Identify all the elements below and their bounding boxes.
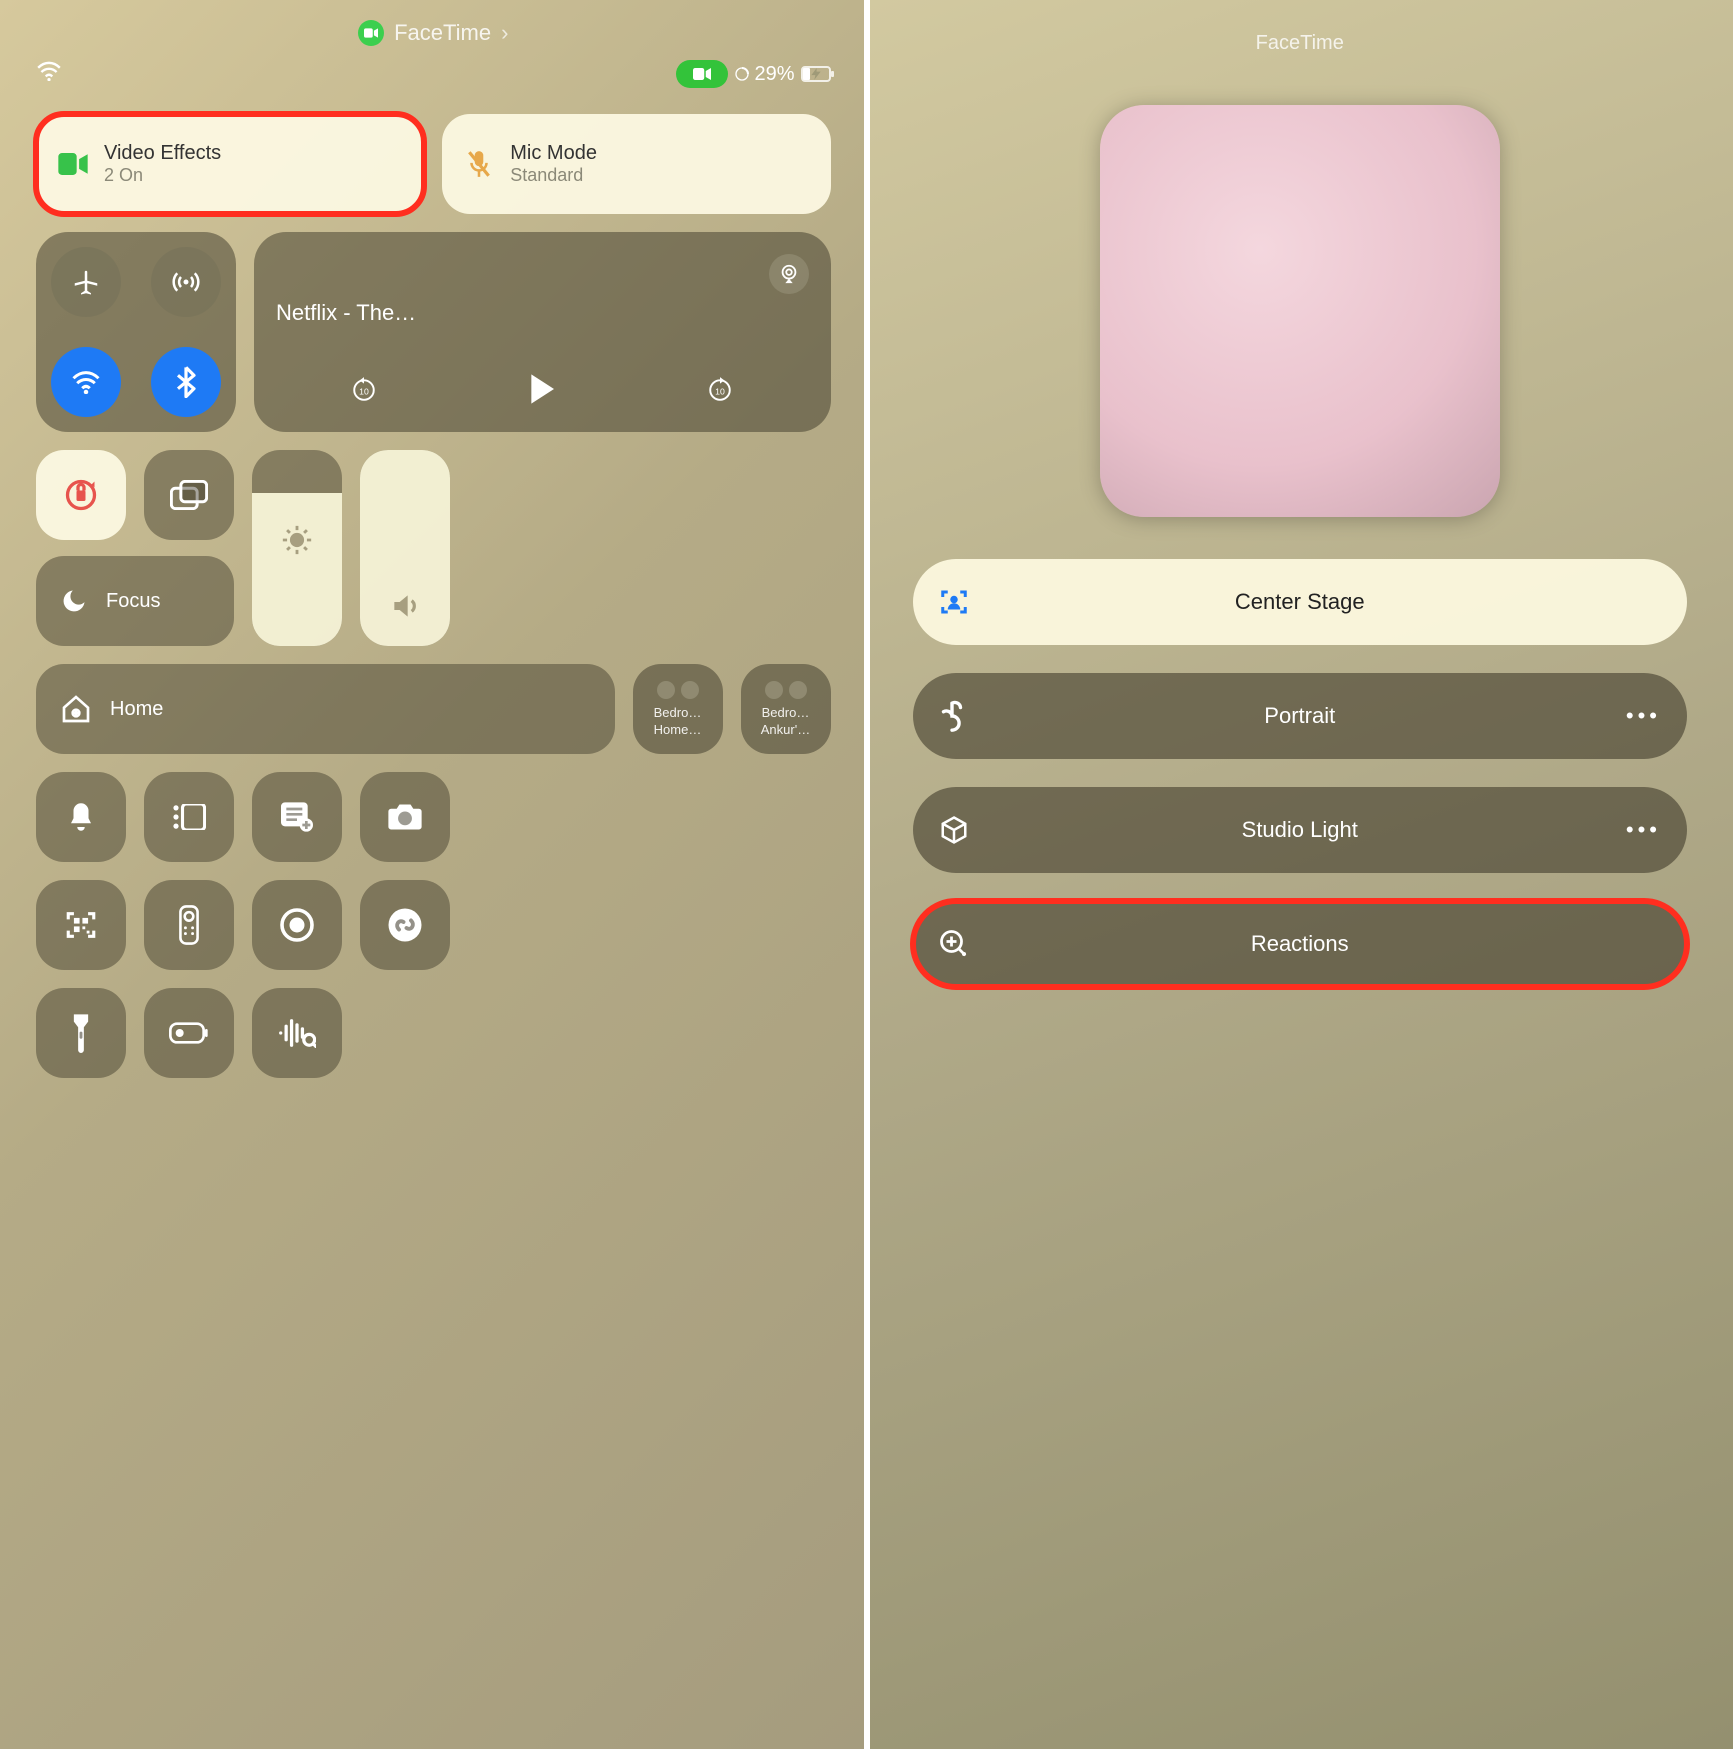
- appletv-icon: [765, 681, 783, 699]
- notes-button[interactable]: [252, 772, 342, 862]
- facetime-pill-icon: [358, 20, 384, 46]
- mic-off-icon: [462, 147, 496, 181]
- aperture-icon: [939, 699, 1009, 733]
- silent-mode-button[interactable]: [36, 772, 126, 862]
- clock-icon: [681, 681, 699, 699]
- studio-light-more-icon[interactable]: •••: [1591, 817, 1661, 843]
- studio-light-label: Studio Light: [1009, 817, 1592, 843]
- volume-slider[interactable]: [360, 450, 450, 646]
- mic-mode-tile[interactable]: Mic Mode Standard: [442, 114, 830, 214]
- portrait-more-icon[interactable]: •••: [1591, 703, 1661, 729]
- accessory1-line2: Home…: [654, 722, 702, 737]
- brightness-slider[interactable]: [252, 450, 342, 646]
- remote-button[interactable]: [144, 880, 234, 970]
- camera-active-pill[interactable]: [676, 60, 728, 88]
- airplane-toggle[interactable]: [51, 247, 121, 317]
- camera-button[interactable]: [360, 772, 450, 862]
- home-accessory-1[interactable]: Bedro… Home…: [633, 664, 723, 754]
- flashlight-button[interactable]: [36, 988, 126, 1078]
- portrait-toggle[interactable]: Portrait •••: [913, 673, 1688, 759]
- video-effects-tile[interactable]: Video Effects 2 On: [36, 114, 424, 214]
- homepod-icon: [657, 681, 675, 699]
- battery-percent: 29%: [754, 63, 794, 86]
- home-label: Home: [110, 698, 163, 721]
- svg-text:10: 10: [715, 386, 725, 396]
- video-effects-title: Video Effects: [104, 142, 221, 165]
- accessory2-line1: Bedro…: [762, 705, 810, 720]
- focus-button[interactable]: Focus: [36, 556, 234, 646]
- active-app-label: FaceTime: [394, 20, 491, 46]
- chevron-right-icon: ›: [501, 20, 508, 46]
- shazam-button[interactable]: [360, 880, 450, 970]
- airplay-icon[interactable]: [769, 254, 809, 294]
- media-module[interactable]: Netflix - The… 10 10: [254, 232, 831, 432]
- wifi-status-icon: [36, 61, 62, 87]
- reactions-label: Reactions: [1009, 931, 1592, 957]
- reactions-toggle[interactable]: Reactions: [913, 901, 1688, 987]
- screen-mirroring-button[interactable]: [144, 450, 234, 540]
- svg-text:10: 10: [360, 386, 370, 396]
- mic-mode-title: Mic Mode: [510, 142, 597, 165]
- cube-icon: [939, 815, 1009, 845]
- video-effects-subtitle: 2 On: [104, 165, 221, 186]
- center-stage-label: Center Stage: [1009, 589, 1592, 615]
- camera-preview: [1100, 105, 1500, 517]
- bluetooth-toggle[interactable]: [151, 347, 221, 417]
- portrait-label: Portrait: [1009, 703, 1592, 729]
- home-button[interactable]: Home: [36, 664, 615, 754]
- accessory2-line2: Ankur'…: [761, 722, 810, 737]
- clock-icon: [789, 681, 807, 699]
- studio-light-toggle[interactable]: Studio Light •••: [913, 787, 1688, 873]
- video-effects-screen: FaceTime Center Stage Portrait ••• Studi…: [867, 0, 1733, 1749]
- center-stage-icon: [939, 587, 1009, 617]
- magnify-plus-icon: [939, 929, 1009, 959]
- skip-forward-icon[interactable]: 10: [707, 376, 733, 407]
- screen-record-button[interactable]: [252, 880, 342, 970]
- sound-recognition-button[interactable]: [252, 988, 342, 1078]
- accessory1-line1: Bedro…: [654, 705, 702, 720]
- focus-label: Focus: [106, 590, 160, 613]
- low-power-button[interactable]: [144, 988, 234, 1078]
- home-accessory-2[interactable]: Bedro… Ankur'…: [741, 664, 831, 754]
- battery-icon: [801, 66, 831, 82]
- rotation-lock-toggle[interactable]: [36, 450, 126, 540]
- media-title: Netflix - The…: [276, 300, 809, 326]
- mic-mode-subtitle: Standard: [510, 165, 597, 186]
- status-bar: 29%: [36, 60, 831, 88]
- active-app-header[interactable]: FaceTime ›: [36, 20, 831, 46]
- cellular-toggle[interactable]: [151, 247, 221, 317]
- play-icon[interactable]: [528, 373, 556, 410]
- video-icon: [56, 147, 90, 181]
- center-stage-toggle[interactable]: Center Stage: [913, 559, 1688, 645]
- control-center-screen: FaceTime › 29%: [0, 0, 867, 1749]
- qr-scanner-button[interactable]: [36, 880, 126, 970]
- list-view-button[interactable]: [144, 772, 234, 862]
- wifi-toggle[interactable]: [51, 347, 121, 417]
- skip-back-icon[interactable]: 10: [351, 376, 377, 407]
- connectivity-module: [36, 232, 236, 432]
- screen-title: FaceTime: [903, 32, 1698, 55]
